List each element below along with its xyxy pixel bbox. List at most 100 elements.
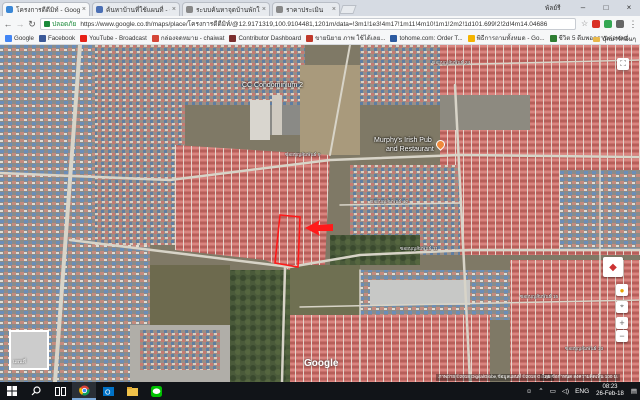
profile-name[interactable]: พัลย์รี [545, 3, 561, 13]
google-logo: Google [304, 358, 339, 369]
page-favicon-icon [96, 6, 103, 13]
menu-kebab-icon[interactable]: ⋮ [627, 18, 639, 30]
gmail-icon [151, 34, 159, 42]
file-explorer-icon[interactable] [120, 382, 144, 400]
tab-title: โครงการดีดีมิท์ - Google M [16, 6, 80, 14]
place-label-pub[interactable]: Murphy's Irish Pub [374, 137, 432, 144]
close-icon[interactable]: × [262, 6, 266, 13]
url-text: https://www.google.co.th/maps/place/โครง… [80, 21, 548, 28]
search-icon[interactable] [24, 382, 48, 400]
tab-title: ราคาประเมิน [286, 6, 324, 14]
bookmark-label: Facebook [47, 34, 76, 42]
extension-icon[interactable] [604, 20, 612, 28]
forward-arrow-icon[interactable]: → [14, 18, 26, 30]
language-indicator[interactable]: ENG [575, 388, 589, 395]
maps-favicon-icon [6, 6, 13, 13]
road-label: ซอยบุญสัมพันธ์ 9 [285, 153, 321, 158]
road-label: ซอยบุญสัมพันธ์ 15 [520, 295, 559, 300]
close-icon[interactable]: × [172, 6, 176, 13]
address-bar[interactable]: ปลอดภัย https://www.google.co.th/maps/pl… [40, 18, 576, 30]
place-label-pub-line2[interactable]: and Restaurant [386, 146, 434, 153]
bookmark-tohome[interactable]: tohome.com: Order T... [390, 34, 463, 42]
bookmark-google[interactable]: Google [5, 34, 34, 42]
satellite-imagery [0, 45, 640, 382]
road-label: ซอยบุญสัมพันธ์ 12 [370, 200, 409, 205]
system-tray: ☺ ⌃ ▭ ◁) ENG 08:23 26-Feb-18 ▤ [523, 382, 640, 400]
tab-appraisal[interactable]: ราคาประเมิน × [272, 2, 340, 16]
bookmark-facebook[interactable]: Facebook [38, 34, 76, 42]
map-footer-links[interactable]: ไทย ข้อกำหนด ส่งความคิดเห็น 100 ม. [540, 374, 620, 381]
bookmark-star-icon[interactable]: ☆ [581, 19, 588, 28]
windows-start-icon[interactable] [0, 382, 24, 400]
lock-icon [44, 21, 50, 27]
bookmark-label: Contributor Dashboard [238, 34, 302, 42]
page-icon [549, 34, 557, 42]
tab-title: ค้นหาบ้านที่ใช้แผนที่ - ค้นหาบ้าน [106, 6, 170, 14]
drive-icon [467, 34, 475, 42]
bookmark-label: YouTube - Broadcast [89, 34, 147, 42]
map-attribution: ภาพถ่าย ©2018 DigitalGlobe,ข้อมูลแผนที่ … [436, 374, 554, 381]
bookmark-sell[interactable]: ขายนิยาย ภาพ ใช้ได้เลย... [306, 33, 385, 43]
pegman-icon[interactable]: ● [616, 284, 628, 296]
facebook-icon [38, 34, 46, 42]
other-bookmarks[interactable]: บุ๊กมาร์กอื่นๆ [593, 34, 636, 44]
clock[interactable]: 08:23 26-Feb-18 [596, 384, 624, 398]
page-icon [306, 34, 314, 42]
show-hidden-icons-chevron[interactable]: ⌃ [538, 387, 543, 395]
tilt-icon[interactable]: ⌖ [616, 301, 628, 313]
satellite-map[interactable]: CC Condominium 2 Murphy's Irish Pub and … [0, 45, 640, 382]
road-label: ซอยบุญสัมพันธ์ 13 [565, 347, 604, 352]
bookmark-gmail[interactable]: กล่องจดหมาย - chaiwat [151, 33, 225, 43]
task-view-icon[interactable] [48, 382, 72, 400]
bookmark-label: กล่องจดหมาย - chaiwat [160, 35, 225, 42]
zoom-out-button[interactable]: − [616, 330, 628, 342]
people-icon[interactable]: ☺ [526, 388, 533, 395]
extension-icon[interactable] [616, 20, 624, 28]
road-label: ซอยบุญสัมพันธ์ 24 [432, 61, 471, 66]
folder-icon [593, 36, 601, 42]
page-favicon-icon [276, 6, 283, 13]
line-app-icon[interactable] [144, 382, 168, 400]
tab-house-search[interactable]: ค้นหาบ้านที่ใช้แผนที่ - ค้นหาบ้าน × [92, 2, 180, 16]
close-icon[interactable]: × [332, 6, 336, 13]
bookmark-youtube[interactable]: YouTube - Broadcast [80, 34, 147, 42]
new-tab-button[interactable] [339, 5, 357, 14]
secure-label: ปลอดภัย [52, 21, 77, 28]
back-arrow-icon[interactable]: ← [2, 18, 14, 30]
compass-icon[interactable]: ◆ [603, 257, 623, 277]
network-icon[interactable]: ▭ [550, 387, 556, 395]
road-label: ซอยบุญสัมพันธ์ 11 [400, 247, 438, 252]
bookmarks-bar: Google Facebook YouTube - Broadcast กล่อ… [0, 32, 640, 45]
place-label-condo[interactable]: CC Condominium 2 [242, 82, 303, 89]
tab-strip: โครงการดีดีมิท์ - Google M × ค้นหาบ้านที… [0, 0, 640, 16]
windows-taskbar: O ☺ ⌃ ▭ ◁) ENG 08:23 26-Feb-18 ▤ [0, 382, 640, 400]
fullscreen-icon[interactable]: ⛶ [617, 58, 629, 70]
bookmark-label: tohome.com: Order T... [399, 34, 463, 42]
notifications-icon[interactable]: ▤ [631, 387, 637, 395]
bookmark-label: Google [14, 34, 34, 42]
tab-google-maps[interactable]: โครงการดีดีมิท์ - Google M × [2, 2, 90, 16]
tab-title: ระบบค้นหาจุดบ้านพักใจ [196, 6, 260, 14]
page-icon [390, 34, 398, 42]
outlook-taskbar-icon[interactable]: O [96, 382, 120, 400]
map-layer-label: แผนที่ [13, 359, 26, 365]
page-icon [229, 34, 237, 42]
tab-home-locator[interactable]: ระบบค้นหาจุดบ้านพักใจ × [182, 2, 270, 16]
extension-icon[interactable] [592, 20, 600, 28]
reload-icon[interactable]: ↻ [26, 18, 38, 30]
bookmark-contributor[interactable]: Contributor Dashboard [229, 34, 302, 42]
browser-toolbar: ← → ↻ ปลอดภัย https://www.google.co.th/m… [0, 16, 640, 32]
close-icon[interactable]: × [82, 6, 86, 13]
minimize-icon[interactable]: – [572, 0, 594, 14]
window-close-icon[interactable]: × [618, 0, 640, 14]
bookmark-drive[interactable]: พิธีการถามทั้งหมด - Go... [467, 33, 545, 43]
clock-time: 08:23 [602, 384, 618, 390]
volume-icon[interactable]: ◁) [562, 387, 569, 395]
zoom-in-button[interactable]: + [616, 317, 628, 329]
map-layer-toggle[interactable]: แผนที่ [9, 330, 49, 370]
bookmark-label: ขายนิยาย ภาพ ใช้ได้เลย... [315, 35, 386, 42]
chrome-taskbar-icon[interactable] [72, 382, 96, 400]
bookmark-label: พิธีการถามทั้งหมด - Go... [476, 35, 545, 42]
maximize-icon[interactable]: □ [595, 0, 617, 14]
other-bookmarks-label: บุ๊กมาร์กอื่นๆ [602, 36, 636, 43]
